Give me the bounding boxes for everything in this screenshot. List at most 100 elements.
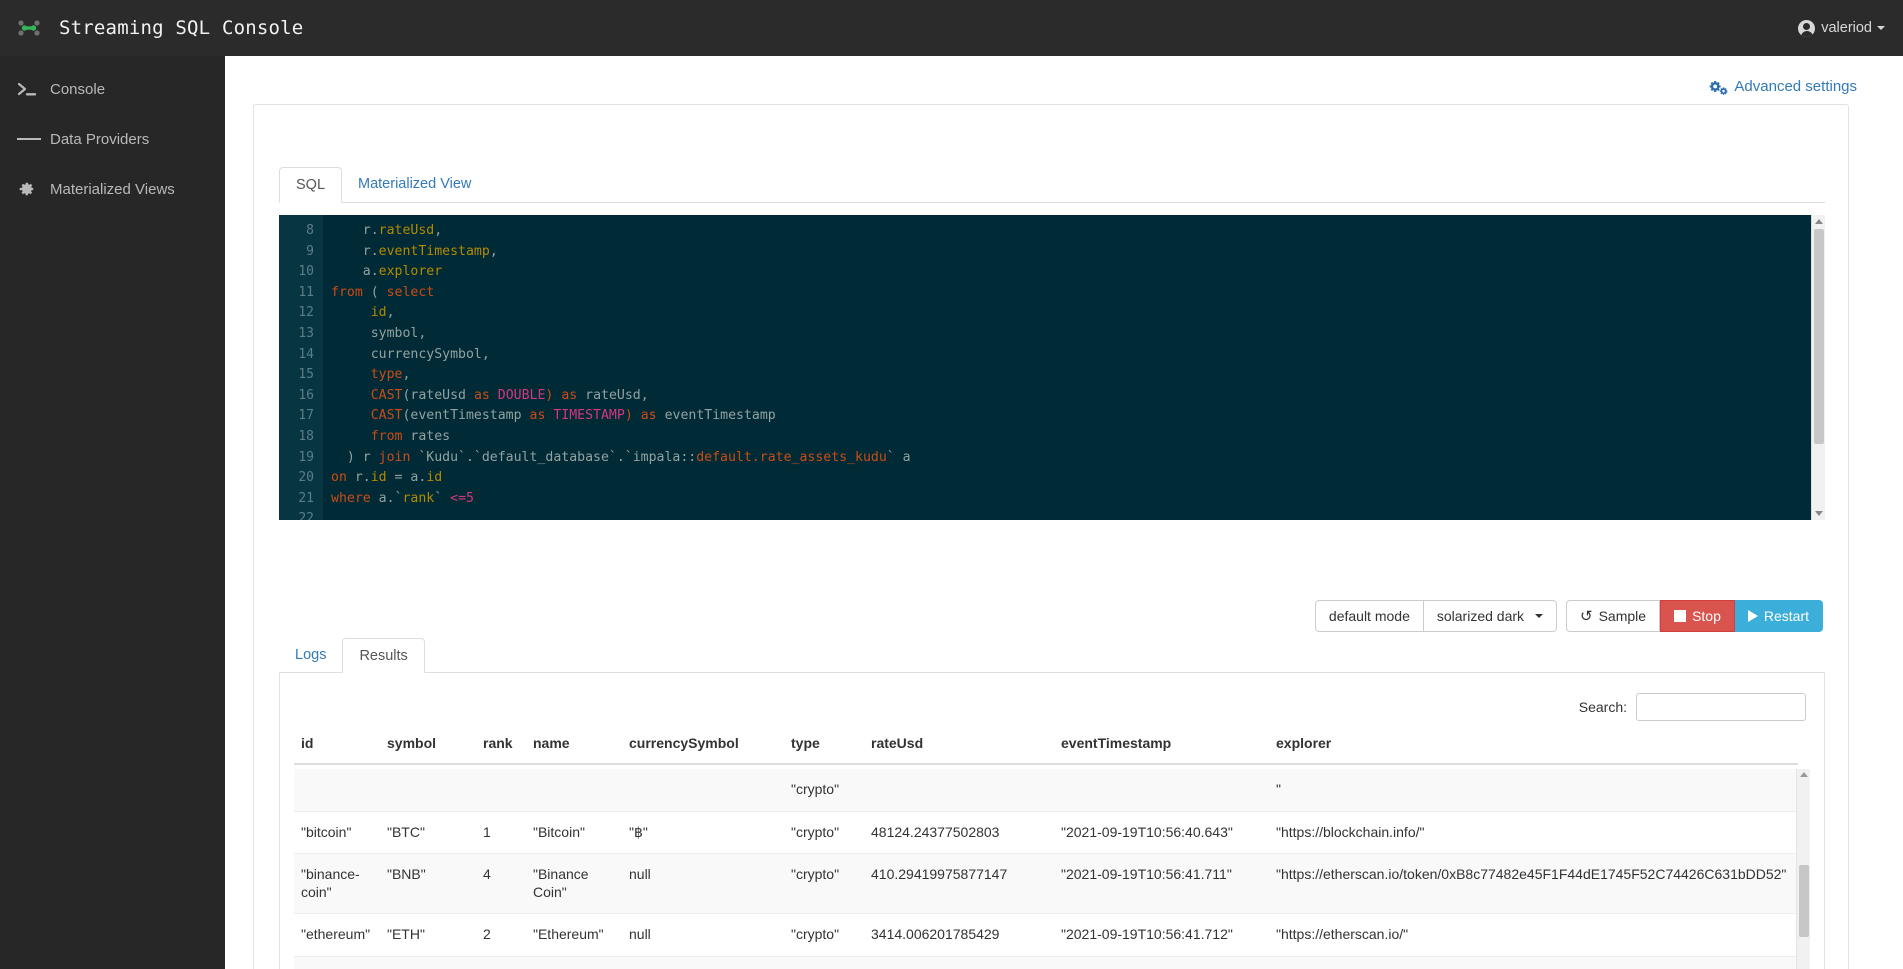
advanced-settings-link[interactable]: Advanced settings (1709, 78, 1857, 95)
search-input[interactable] (1636, 693, 1806, 721)
table-cell-currencySymbol: null (622, 853, 784, 914)
line-number: 12 (298, 305, 314, 321)
table-column-header[interactable]: rank (476, 735, 526, 765)
table-cell (864, 769, 1054, 812)
table-column-header[interactable]: id (294, 735, 380, 765)
scroll-up-arrow-icon[interactable] (1815, 219, 1823, 224)
table-cell-explorer: "https://etherscan.io/token/0xB8c77482e4… (1269, 853, 1798, 914)
caret-down-icon (1877, 26, 1885, 30)
editor-scrollbar[interactable] (1811, 215, 1825, 520)
app-title: Streaming SQL Console (59, 17, 304, 39)
table-row[interactable]: "binance-coin""BNB"4"Binance Coin"null"c… (294, 956, 1798, 969)
results-table-scroll-viewport[interactable]: "crypto" " "bitcoin" "BTC" 1 "Bitcoin" "฿" "cry… (294, 769, 1812, 969)
code-line: 16 CAST(rateUsd as DOUBLE) as rateUsd, (279, 386, 1825, 407)
code-text: from rates (370, 428, 451, 444)
gear-icon (17, 180, 41, 198)
table-cell-symbol: "BNB" (380, 853, 476, 914)
sidebar-item-materialized-views[interactable]: Materialized Views (0, 176, 225, 202)
line-number: 22 (298, 511, 314, 520)
flow-graph-icon (16, 15, 42, 41)
table-cell (476, 769, 526, 812)
table-column-header[interactable]: name (526, 735, 622, 765)
line-number: 10 (298, 264, 314, 280)
code-line: 14 currencySymbol, (279, 345, 1825, 366)
table-column-header[interactable]: rateUsd (864, 735, 1054, 765)
code-text: where a.`rank` <=5 (331, 490, 474, 506)
table-cell-rank: 4 (476, 956, 526, 969)
results-scrollbar[interactable] (1796, 769, 1810, 969)
table-column-header[interactable]: type (784, 735, 864, 765)
stop-square-icon (1674, 610, 1687, 622)
table-cell-type: "crypto" (784, 956, 864, 969)
scroll-thumb[interactable] (1799, 865, 1809, 937)
advanced-settings-label: Advanced settings (1734, 78, 1857, 95)
scroll-thumb[interactable] (1814, 229, 1824, 444)
code-text: r.eventTimestamp, (362, 243, 498, 259)
code-line: 12 id, (279, 303, 1825, 324)
code-text: from ( select (331, 284, 435, 300)
stop-button[interactable]: Stop (1660, 600, 1735, 632)
theme-select-button[interactable]: solarized dark (1423, 600, 1558, 632)
top-navbar: Streaming SQL Console valeriod (0, 0, 1903, 56)
tab-materialized-view[interactable]: Materialized View (342, 167, 487, 202)
sql-code-editor[interactable]: 8 r.rateUsd, 9 r.eventTimestamp, 10 a.expl… (279, 215, 1825, 520)
editor-toolbar: default mode solarized dark ↺ Sample Sto… (1314, 600, 1823, 632)
sample-button-label: Sample (1598, 608, 1647, 624)
code-line: 10 a.explorer (279, 262, 1825, 283)
main-content: Advanced settings SQL Materialized View … (225, 56, 1903, 969)
terminal-prompt-icon (17, 81, 41, 97)
table-cell-rank: 1 (476, 811, 526, 854)
code-line: 22 (279, 509, 1825, 520)
table-cell-symbol: "BNB" (380, 956, 476, 969)
table-row[interactable]: "bitcoin" "BTC" 1 "Bitcoin" "฿" "crypto" 48124… (294, 811, 1798, 854)
line-number: 20 (298, 470, 314, 486)
tab-logs[interactable]: Logs (279, 638, 342, 672)
code-line: 15 type, (279, 365, 1825, 386)
sidebar-item-label: Data Providers (50, 130, 150, 148)
table-cell-currencySymbol: null (622, 913, 784, 957)
table-cell (294, 769, 380, 812)
code-text: r.rateUsd, (362, 223, 443, 238)
bars-icon (17, 135, 41, 143)
table-column-header[interactable]: currencySymbol (622, 735, 784, 765)
code-line: 18 from rates (279, 427, 1825, 448)
code-text: id, (370, 305, 395, 321)
table-cell-name: "Ethereum" (526, 913, 622, 957)
scroll-up-arrow-icon[interactable] (1800, 772, 1808, 777)
table-row[interactable]: "ethereum" "ETH" 2 "Ethereum" null "crypto" 34… (294, 913, 1798, 957)
code-text: on r.id = a.id (331, 470, 443, 486)
table-cell-symbol: "BTC" (380, 811, 476, 854)
sidebar-item-label: Console (50, 80, 106, 98)
code-line: 21 where a.`rank` <=5 (279, 489, 1825, 510)
table-column-header[interactable]: eventTimestamp (1054, 735, 1269, 765)
results-tabs: Logs Results (279, 638, 1825, 673)
restart-button[interactable]: Restart (1734, 600, 1823, 632)
tab-results[interactable]: Results (342, 638, 425, 673)
line-number: 14 (298, 346, 314, 362)
table-cell: "crypto" (784, 769, 864, 812)
search-label: Search: (1578, 699, 1627, 715)
table-column-header[interactable]: symbol (380, 735, 476, 765)
editor-code[interactable]: 8 r.rateUsd, 9 r.eventTimestamp, 10 a.expl… (279, 221, 1825, 520)
default-mode-button[interactable]: default mode (1314, 600, 1424, 632)
sidebar-item-console[interactable]: Console (0, 76, 225, 102)
sidebar-item-data-providers[interactable]: Data Providers (0, 126, 225, 152)
user-menu[interactable]: valeriod (1798, 0, 1885, 56)
table-row[interactable]: "binance-coin""BNB"4"Binance Coin"null"c… (294, 853, 1798, 914)
code-text: a.explorer (362, 264, 443, 280)
code-line: 13 symbol, (279, 324, 1825, 345)
code-line: 9 r.eventTimestamp, (279, 242, 1825, 263)
tab-sql[interactable]: SQL (279, 167, 343, 203)
table-cell-symbol: "ETH" (380, 913, 476, 957)
gears-icon (1709, 79, 1728, 95)
table-column-header[interactable]: explorer (1269, 735, 1798, 765)
table-cell-type: "crypto" (784, 913, 864, 957)
sample-button[interactable]: ↺ Sample (1566, 600, 1661, 632)
restart-button-label: Restart (1763, 608, 1809, 624)
table-body: "crypto" " "bitcoin" "BTC" 1 "Bitcoin" "฿" "cry… (294, 769, 1798, 969)
scroll-down-arrow-icon[interactable] (1815, 511, 1823, 516)
table-cell-id: "ethereum" (294, 913, 380, 957)
table-cell-currencySymbol: "฿" (622, 811, 784, 854)
stop-button-label: Stop (1692, 608, 1721, 624)
